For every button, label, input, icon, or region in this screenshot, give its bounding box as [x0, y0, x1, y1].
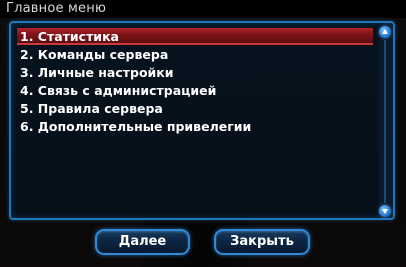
menu-list[interactable]: 1. Статистика 2. Команды сервера 3. Личн…: [9, 21, 395, 220]
menu-scrollbar[interactable]: [379, 26, 391, 217]
next-button[interactable]: Далее: [95, 229, 190, 255]
menu-item-extra-privileges[interactable]: 6. Дополнительные привелегии: [17, 118, 373, 135]
main-menu-dialog: Главное меню 1. Статистика 2. Команды се…: [0, 0, 406, 267]
menu-item-server-commands[interactable]: 2. Команды сервера: [17, 46, 373, 63]
menu-item-contact-admin[interactable]: 4. Связь с администрацией: [17, 82, 373, 99]
menu-item-statistics[interactable]: 1. Статистика: [17, 28, 373, 45]
scroll-down-arrow-icon[interactable]: [379, 205, 391, 217]
menu-item-server-rules[interactable]: 5. Правила сервера: [17, 100, 373, 117]
dialog-title: Главное меню: [6, 1, 107, 16]
scroll-up-arrow-icon[interactable]: [379, 26, 391, 38]
dialog-title-bar: Главное меню: [0, 0, 406, 18]
scrollbar-track[interactable]: [384, 40, 386, 203]
menu-item-personal-settings[interactable]: 3. Личные настройки: [17, 64, 373, 81]
close-button[interactable]: Закрыть: [214, 229, 310, 255]
